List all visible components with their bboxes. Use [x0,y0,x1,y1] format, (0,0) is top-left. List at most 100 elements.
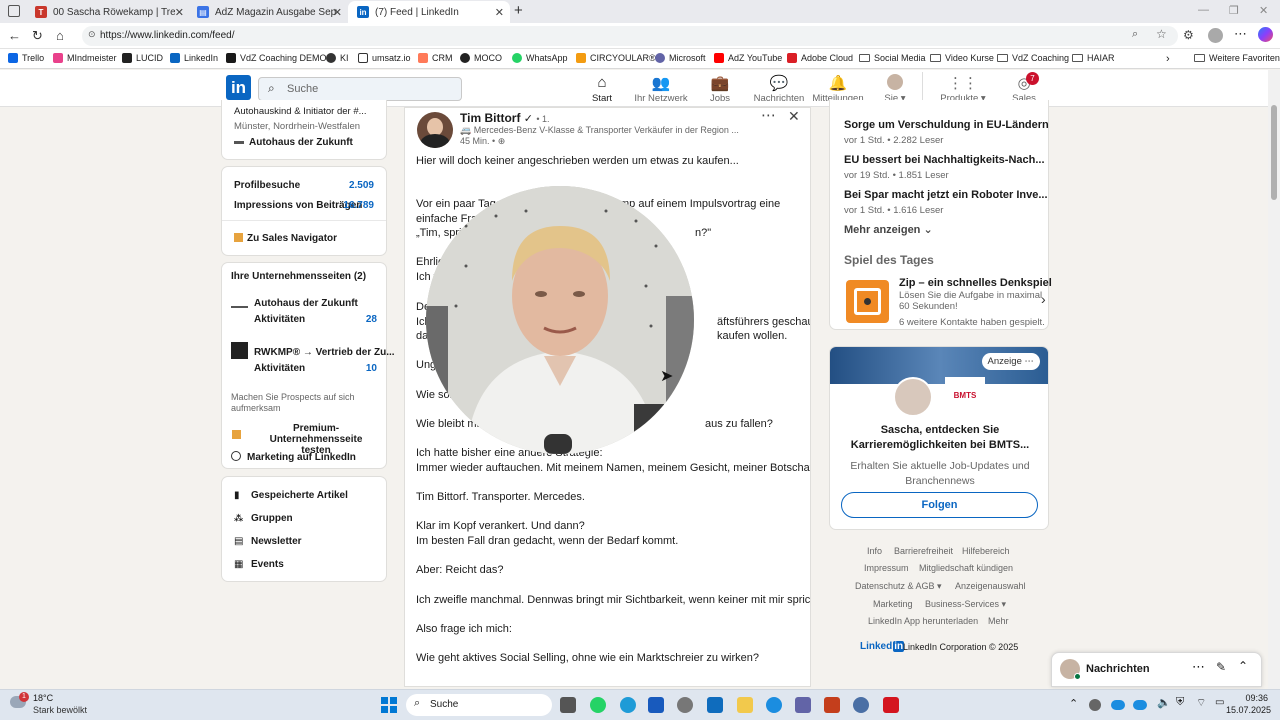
pages-title[interactable]: Ihre Unternehmensseiten (2) [231,271,366,282]
company-page-name[interactable]: RWKMP® → Vertrieb der Zu... [254,347,395,358]
bookmark-ki[interactable]: KI [326,53,349,63]
scrollbar[interactable] [1268,70,1280,689]
bookmark-social-media[interactable]: Social Media [859,53,926,63]
footer-link[interactable]: Info [867,546,882,556]
clock-date[interactable]: 15.07.2025 [1226,705,1271,715]
bookmark-crm[interactable]: CRM [418,53,453,63]
chevron-right-icon[interactable]: › [1041,291,1046,307]
maximize-icon[interactable]: ❐ [1229,4,1239,17]
close-tab-icon[interactable]: ✕ [175,6,184,19]
footer-link[interactable]: Business-Services ▾ [925,599,1006,610]
windows-start-icon[interactable] [381,697,397,713]
footer-link[interactable]: Barrierefreiheit [894,546,953,556]
news-title[interactable]: Bei Spar macht jetzt ein Roboter Inve... [844,189,1048,201]
taskbar-search[interactable]: ⌕ Suche [406,694,552,716]
copilot-icon[interactable] [1258,27,1273,42]
task-view-icon[interactable] [560,697,576,713]
close-post-icon[interactable]: ✕ [788,108,800,125]
scrollbar-thumb[interactable] [1271,105,1277,200]
nav-messages[interactable]: 💬 Nachrichten [752,74,806,104]
tab-linkedin[interactable]: in (7) Feed | LinkedIn ✕ [348,1,510,23]
bookmark-mindmeister[interactable]: MIndmeister [53,53,117,63]
messaging-bar[interactable]: Nachrichten ⋯ ✎ ⌃ [1051,652,1262,687]
footer-link[interactable]: Hilfebereich [962,546,1010,556]
chevron-up-icon[interactable]: ⌃ [1238,659,1248,673]
bookmark-umsatz[interactable]: umsatz.io [358,53,411,63]
zip-game-icon[interactable] [846,280,889,323]
footer-link[interactable]: Mehr [988,616,1009,626]
profile-avatar[interactable] [1208,28,1223,43]
author-name-row[interactable]: Tim Bittorf ✓ • 1. [460,111,550,125]
bookmark-whatsapp[interactable]: WhatsApp [512,53,568,63]
explorer-icon[interactable] [737,697,753,713]
more-options-icon[interactable]: ⋯ [1192,659,1205,675]
close-window-icon[interactable]: ✕ [1259,4,1268,17]
bookmark-linkedin[interactable]: LinkedIn [170,53,218,63]
weather-temp[interactable]: 18°C [33,693,53,703]
ad-label[interactable]: Anzeige ⋯ [981,353,1040,370]
footer-link[interactable]: Mitgliedschaft kündigen [919,563,1013,573]
nav-jobs[interactable]: 💼 Jobs [703,74,737,104]
activity-label[interactable]: Aktivitäten [254,314,305,325]
new-tab-icon[interactable]: + [514,2,523,19]
show-more-button[interactable]: Mehr anzeigen ⌄ [844,223,933,236]
bookmark-other-favorites[interactable]: Weitere Favoriten [1194,53,1280,63]
gear-icon[interactable] [853,697,869,713]
follow-button[interactable]: Folgen [841,492,1038,518]
linkedin-logo[interactable]: in [226,75,251,100]
bookmark-vdz-coaching[interactable]: VdZ Coaching [997,53,1069,63]
refresh-icon[interactable]: ↻ [32,28,43,44]
whatsapp-icon[interactable] [590,697,606,713]
newsletter-link[interactable]: ▤ Newsletter [234,536,302,547]
news-title[interactable]: Sorge um Verschuldung in EU-Ländern [844,119,1049,131]
sales-nav-link[interactable]: Zu Sales Navigator [234,233,337,244]
nav-network[interactable]: 👥 Ihr Netzwerk [633,74,689,104]
menu-dots-icon[interactable]: ⋯ [1234,26,1247,42]
acrobat-icon[interactable] [883,697,899,713]
bookmark-lucid[interactable]: LUCID [122,53,163,63]
search-input[interactable]: ⌕ Suche [258,77,462,101]
clock-time[interactable]: 09:36 [1234,693,1268,703]
bookmark-haiar[interactable]: HAIAR [1072,53,1115,63]
tab-adz[interactable]: ▤ AdZ Magazin Ausgabe September ✕ [188,1,348,23]
profile-company[interactable]: Autohaus der Zukunft [234,137,353,148]
bookmark-adobe[interactable]: Adobe Cloud [787,53,853,63]
footer-link[interactable]: LinkedIn App herunterladen [868,616,978,626]
vpn-icon[interactable]: ⛨ [1176,696,1184,709]
author-avatar[interactable] [417,112,453,148]
bookmark-adz-youtube[interactable]: AdZ YouTube [714,53,782,63]
tray-chevron-icon[interactable]: ⌃ [1069,697,1078,710]
company-page-name[interactable]: Autohaus der Zukunft [254,298,358,309]
bookmark-microsoft[interactable]: Microsoft [655,53,706,63]
footer-link[interactable]: Anzeigenauswahl [955,581,1026,591]
activity-label[interactable]: Aktivitäten [254,363,305,374]
nav-start[interactable]: ⌂ Start [577,74,627,109]
chevron-right-icon[interactable]: › [1166,53,1170,65]
bookmark-circyoular[interactable]: CIRCYOULAR® [576,53,656,63]
cloud-tray-icon[interactable] [1133,700,1147,710]
extensions-icon[interactable]: ⚙ [1183,28,1194,42]
bookmark-moco[interactable]: MOCO [460,53,502,63]
groups-link[interactable]: ⁂ Gruppen [234,513,293,524]
events-link[interactable]: ▦ Events [234,559,284,570]
news-title[interactable]: EU bessert bei Nachhaltigkeits-Nach... [844,154,1045,166]
footer-link[interactable]: Impressum [864,563,909,573]
battery-icon[interactable]: ▭ [1215,697,1224,708]
bookmark-vdz-demo[interactable]: VdZ Coaching DEMO [226,53,327,63]
marketing-link[interactable]: Marketing auf LinkedIn [231,451,356,463]
edge-icon[interactable] [620,697,636,713]
zoom-icon[interactable]: ⌕ [1132,28,1138,41]
close-tab-icon[interactable]: ✕ [333,6,342,19]
tab-trello[interactable]: T 00 Sascha Röwekamp | Trello ✕ [26,1,190,23]
speaker-icon[interactable]: 🔈 [1157,696,1171,709]
footer-link[interactable]: Datenschutz & AGB ▾ [855,581,942,592]
word-icon[interactable] [648,697,664,713]
minimize-icon[interactable]: — [1198,4,1209,16]
bookmark-trello[interactable]: Trello [8,53,44,63]
home-icon[interactable]: ⌂ [56,28,64,43]
outlook-icon[interactable] [707,697,723,713]
close-tab-icon[interactable]: ✕ [495,6,504,19]
compose-icon[interactable]: ✎ [1216,660,1226,674]
tab-actions-icon[interactable] [8,5,20,17]
more-options-icon[interactable]: ⋯ [761,108,776,124]
